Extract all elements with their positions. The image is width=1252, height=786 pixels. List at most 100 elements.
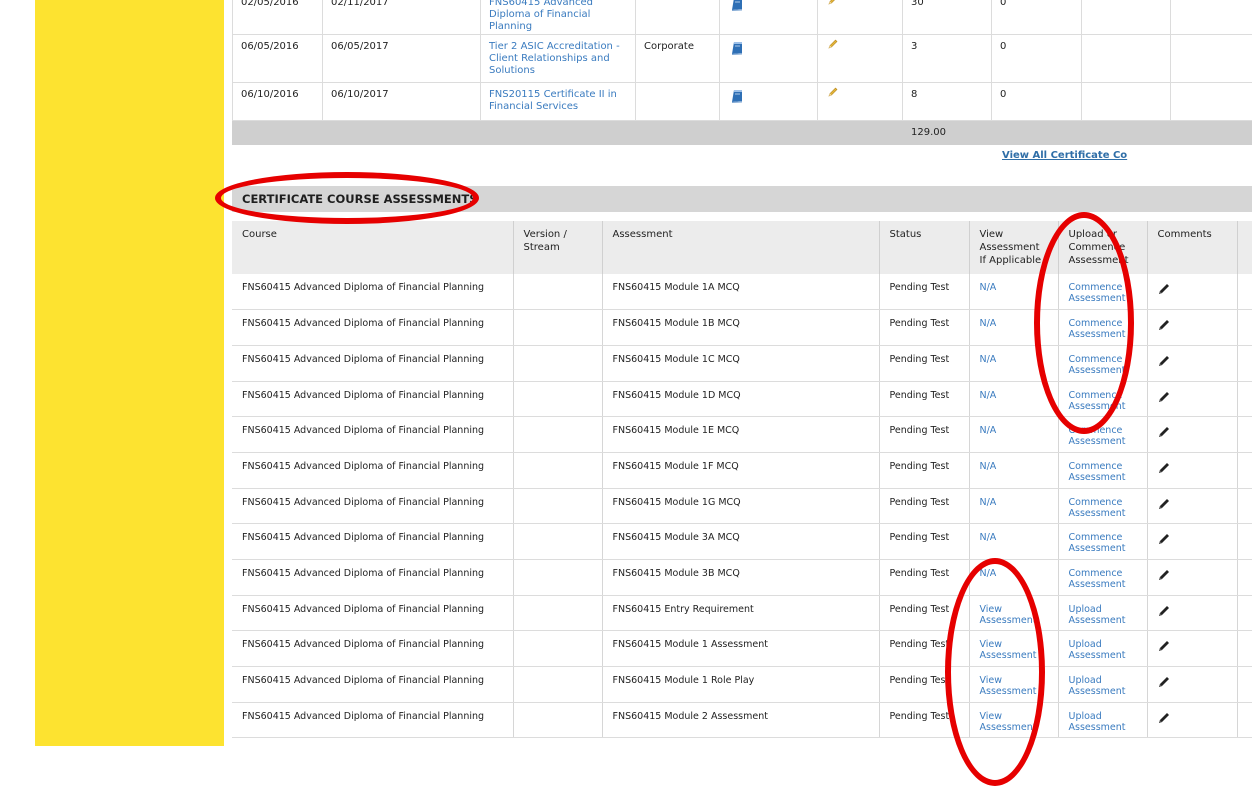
edit-comment-icon[interactable] <box>1158 640 1170 652</box>
total-row: 129.00 <box>233 121 1252 145</box>
points: 8 <box>903 83 992 121</box>
view-assessment-link[interactable]: N/A <box>969 452 1058 488</box>
view-assessment-link[interactable]: N/A <box>969 310 1058 346</box>
assessment-status: Pending Test <box>879 381 969 417</box>
edit-comment-icon[interactable] <box>1158 676 1170 688</box>
edit-comment-icon[interactable] <box>1158 355 1170 367</box>
comments-cell <box>1147 702 1237 738</box>
view-assessment-link[interactable]: N/A <box>969 381 1058 417</box>
empty-cell <box>1237 631 1252 667</box>
view-assessment-link[interactable]: N/A <box>969 488 1058 524</box>
book-cell <box>720 0 818 35</box>
commence-assessment-link[interactable]: Commence Assessment <box>1058 274 1147 310</box>
start-date: 06/10/2016 <box>233 83 323 121</box>
assessment-name: FNS60415 Module 1D MCQ <box>602 381 879 417</box>
assessment-status: Pending Test <box>879 310 969 346</box>
commence-assessment-link[interactable]: Commence Assessment <box>1058 417 1147 453</box>
commence-assessment-link[interactable]: Commence Assessment <box>1058 452 1147 488</box>
empty-cell <box>1237 524 1252 560</box>
assessment-row: FNS60415 Advanced Diploma of Financial P… <box>232 417 1252 453</box>
assessment-version <box>513 702 602 738</box>
total-spacer <box>233 121 903 145</box>
assessment-status: Pending Test <box>879 595 969 631</box>
assessment-status: Pending Test <box>879 488 969 524</box>
assessment-name: FNS60415 Module 1 Assessment <box>602 631 879 667</box>
assessment-status: Pending Test <box>879 524 969 560</box>
view-assessment-link[interactable]: N/A <box>969 274 1058 310</box>
other-points: 0 <box>992 35 1082 83</box>
edit-comment-icon[interactable] <box>1158 605 1170 617</box>
assessment-version <box>513 274 602 310</box>
course-link[interactable]: FNS60415 Advanced Diploma of Financial P… <box>481 0 636 35</box>
assessment-version <box>513 310 602 346</box>
assessment-status: Pending Test <box>879 345 969 381</box>
assessment-name: FNS60415 Module 1F MCQ <box>602 452 879 488</box>
comments-cell <box>1147 560 1237 596</box>
edit-comment-icon[interactable] <box>1158 462 1170 474</box>
view-assessment-link[interactable]: N/A <box>969 524 1058 560</box>
edit-comment-icon[interactable] <box>1158 533 1170 545</box>
commence-assessment-link[interactable]: Commence Assessment <box>1058 524 1147 560</box>
course-link[interactable]: Tier 2 ASIC Accreditation - Client Relat… <box>481 35 636 83</box>
view-all-certificate-courses-link[interactable]: View All Certificate Co <box>1002 150 1252 161</box>
view-assessment-link[interactable]: N/A <box>969 560 1058 596</box>
edit-cell <box>818 35 903 83</box>
commence-assessment-link[interactable]: Commence Assessment <box>1058 381 1147 417</box>
edit-comment-icon[interactable] <box>1158 498 1170 510</box>
empty-cell <box>1237 381 1252 417</box>
edit-comment-icon[interactable] <box>1158 426 1170 438</box>
end-date: 06/10/2017 <box>323 83 481 121</box>
view-assessment-link[interactable]: N/A <box>969 345 1058 381</box>
assessment-course: FNS60415 Advanced Diploma of Financial P… <box>232 702 513 738</box>
empty-cell <box>1171 83 1252 121</box>
commence-assessment-link[interactable]: Commence Assessment <box>1058 310 1147 346</box>
book-icon[interactable] <box>730 89 744 103</box>
main-content: 02/05/201602/11/2017FNS60415 Advanced Di… <box>232 0 1252 780</box>
assessment-version <box>513 488 602 524</box>
empty-cell <box>1237 667 1252 703</box>
assessment-course: FNS60415 Advanced Diploma of Financial P… <box>232 381 513 417</box>
yellow-sidebar <box>35 0 224 746</box>
commence-assessment-link[interactable]: Commence Assessment <box>1058 488 1147 524</box>
assessment-status: Pending Test <box>879 274 969 310</box>
empty-cell <box>1082 0 1171 35</box>
commence-assessment-link[interactable]: Upload Assessment <box>1058 595 1147 631</box>
commence-assessment-link[interactable]: Upload Assessment <box>1058 631 1147 667</box>
commence-assessment-link[interactable]: Commence Assessment <box>1058 560 1147 596</box>
view-assessment-link[interactable]: View Assessment <box>969 631 1058 667</box>
edit-comment-icon[interactable] <box>1158 283 1170 295</box>
book-icon[interactable] <box>730 41 744 55</box>
course-link[interactable]: FNS20115 Certificate II in Financial Ser… <box>481 83 636 121</box>
edit-comment-icon[interactable] <box>1158 319 1170 331</box>
certificate-courses-table: 02/05/201602/11/2017FNS60415 Advanced Di… <box>232 0 1252 145</box>
commence-assessment-link[interactable]: Upload Assessment <box>1058 667 1147 703</box>
view-assessment-link[interactable]: View Assessment <box>969 595 1058 631</box>
pencil-icon[interactable] <box>828 0 838 5</box>
assessment-course: FNS60415 Advanced Diploma of Financial P… <box>232 310 513 346</box>
assessment-status: Pending Test <box>879 702 969 738</box>
edit-comment-icon[interactable] <box>1158 391 1170 403</box>
book-icon[interactable] <box>730 0 744 11</box>
comments-cell <box>1147 345 1237 381</box>
pencil-icon[interactable] <box>828 39 838 49</box>
other-points: 0 <box>992 0 1082 35</box>
empty-cell <box>1171 0 1252 35</box>
assessment-version <box>513 345 602 381</box>
view-assessment-link[interactable]: N/A <box>969 417 1058 453</box>
edit-comment-icon[interactable] <box>1158 712 1170 724</box>
col-header-assessment: Assessment <box>602 221 879 274</box>
end-date: 06/05/2017 <box>323 35 481 83</box>
assessment-course: FNS60415 Advanced Diploma of Financial P… <box>232 417 513 453</box>
view-assessment-link[interactable]: View Assessment <box>969 702 1058 738</box>
assessment-version <box>513 417 602 453</box>
commence-assessment-link[interactable]: Commence Assessment <box>1058 345 1147 381</box>
edit-comment-icon[interactable] <box>1158 569 1170 581</box>
points: 30 <box>903 0 992 35</box>
assessment-row: FNS60415 Advanced Diploma of Financial P… <box>232 595 1252 631</box>
assessment-name: FNS60415 Module 1 Role Play <box>602 667 879 703</box>
edit-cell <box>818 83 903 121</box>
commence-assessment-link[interactable]: Upload Assessment <box>1058 702 1147 738</box>
assessment-row: FNS60415 Advanced Diploma of Financial P… <box>232 310 1252 346</box>
view-assessment-link[interactable]: View Assessment <box>969 667 1058 703</box>
pencil-icon[interactable] <box>828 87 838 97</box>
